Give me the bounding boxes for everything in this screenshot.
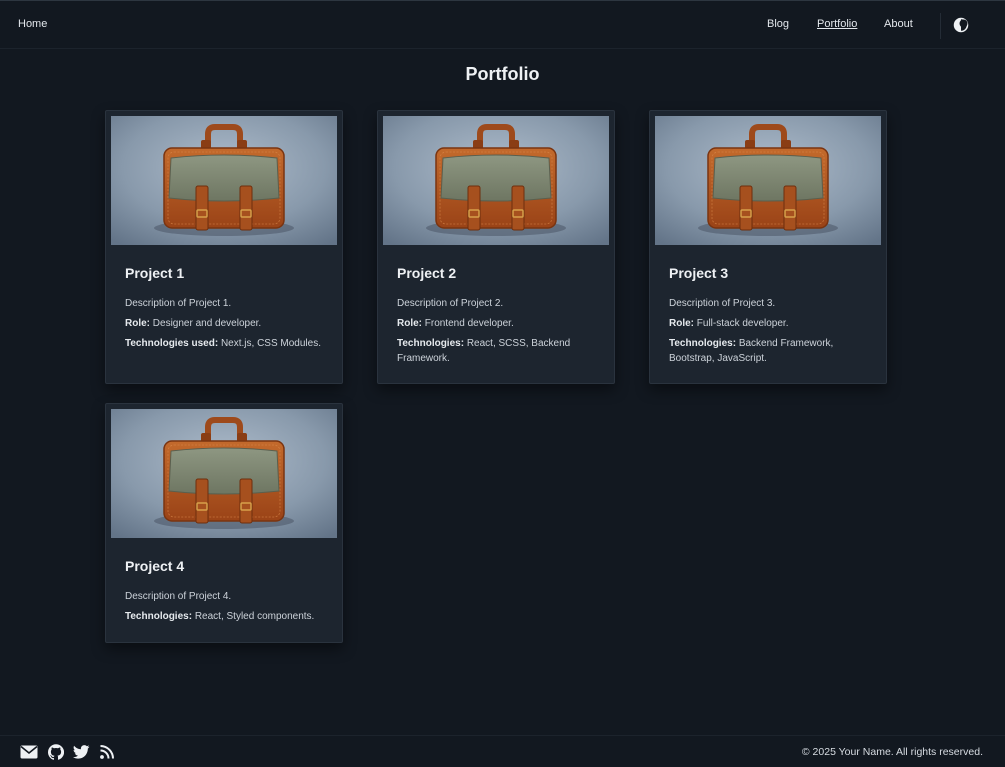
half-moon-icon: [953, 17, 969, 33]
project-technologies: Technologies: React, Styled components.: [125, 611, 315, 622]
project-card-3[interactable]: Project 3 Description of Project 3. Role…: [649, 110, 887, 384]
nav-portfolio-link[interactable]: Portfolio: [817, 18, 857, 30]
mail-icon[interactable]: [20, 745, 38, 760]
nav-home-link[interactable]: Home: [18, 18, 47, 30]
project-card-2[interactable]: Project 2 Description of Project 2. Role…: [377, 110, 615, 384]
project-role: Role: Designer and developer.: [125, 318, 262, 329]
nav-about-link[interactable]: About: [884, 18, 913, 30]
project-description: Description of Project 2.: [397, 298, 504, 309]
project-technologies: Technologies: Backend Framework, Bootstr…: [669, 338, 834, 364]
project-image: [383, 116, 609, 245]
project-description: Description of Project 1.: [125, 298, 232, 309]
project-card-1[interactable]: Project 1 Description of Project 1. Role…: [105, 110, 343, 384]
project-technologies: Technologies: React, SCSS, Backend Frame…: [397, 338, 571, 364]
project-image: [655, 116, 881, 245]
project-role: Role: Full-stack developer.: [669, 318, 789, 329]
theme-toggle-button[interactable]: [953, 17, 969, 33]
site-header: Home Blog Portfolio About: [0, 1, 1005, 49]
nav-blog-link[interactable]: Blog: [767, 18, 789, 30]
project-image: [111, 409, 337, 538]
rss-icon[interactable]: [100, 745, 117, 760]
project-technologies: Technologies used: Next.js, CSS Modules.: [125, 338, 321, 349]
page-title: Portfolio: [465, 64, 540, 84]
project-title: Project 4: [125, 558, 185, 574]
nav-divider: [940, 13, 941, 39]
project-role: Role: Frontend developer.: [397, 318, 514, 329]
project-description: Description of Project 3.: [669, 298, 776, 309]
project-card-4[interactable]: Project 4 Description of Project 4. Tech…: [105, 403, 343, 643]
github-icon[interactable]: [48, 744, 65, 760]
project-title: Project 1: [125, 265, 185, 281]
project-description: Description of Project 4.: [125, 591, 232, 602]
site-footer: © 2025 Your Name. All rights reserved.: [0, 735, 1005, 767]
project-title: Project 2: [397, 265, 457, 281]
project-image: [111, 116, 337, 245]
project-title: Project 3: [669, 265, 729, 281]
copyright-text: © 2025 Your Name. All rights reserved.: [801, 746, 983, 758]
twitter-icon[interactable]: [73, 745, 90, 760]
